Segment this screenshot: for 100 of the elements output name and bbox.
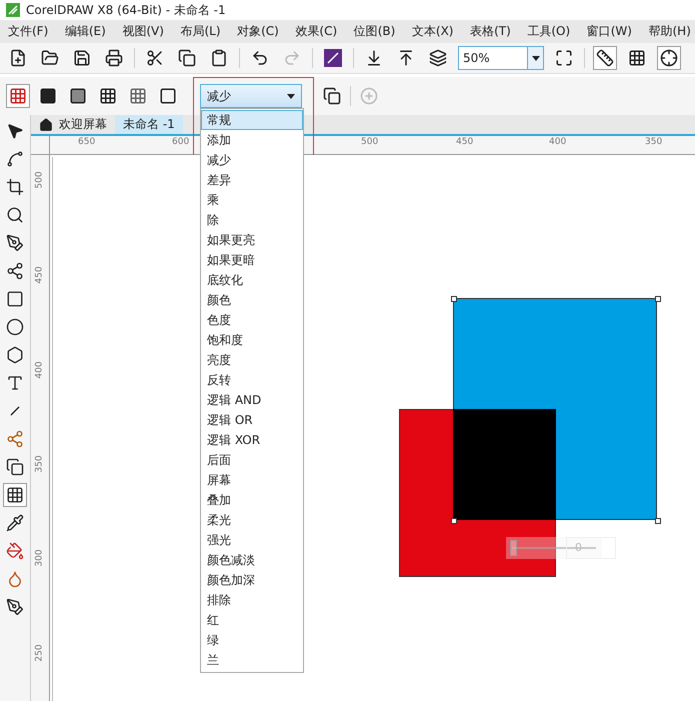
scissors-icon [146,49,164,67]
ruler-label: 350 [34,455,45,473]
folder-icon [41,49,59,67]
filled-square-icon [39,87,57,105]
selection-handle[interactable] [451,518,457,524]
transparency-slider[interactable] [506,537,602,559]
merge-mode-option[interactable]: 如果更暗 [201,250,303,270]
ruler-label: 500 [34,171,45,189]
ruler-label: 300 [34,549,45,567]
fill-tool-icon [6,542,24,560]
selection-handle[interactable] [451,296,457,302]
merge-mode-option[interactable]: 色度 [201,310,303,330]
merge-mode-option[interactable]: 如果更亮 [201,230,303,250]
merge-mode-option[interactable]: 除 [201,210,303,230]
merge-mode-option[interactable]: 排除 [201,590,303,610]
search-content-button[interactable] [321,46,345,70]
ruler-icon [596,49,614,67]
export-icon [397,49,415,67]
import-icon [365,49,383,67]
texture-icon [129,87,147,105]
merge-mode-option[interactable]: 饱和度 [201,330,303,350]
merge-mode-option[interactable]: 颜色加深 [201,570,303,590]
merge-mode-option[interactable]: 叠加 [201,490,303,510]
save-icon [73,49,91,67]
merge-mode-option[interactable]: 逻辑 OR [201,410,303,430]
window-title: CorelDRAW X8 (64-Bit) - 未命名 -1 [26,2,226,18]
guidelines-button[interactable] [657,46,681,70]
merge-mode-option[interactable]: 底纹化 [201,270,303,290]
menu-item[interactable]: 编辑(E) [64,23,106,40]
pattern-icon [99,87,117,105]
ruler-label: 450 [456,137,474,147]
menu-item[interactable]: 布局(L) [180,23,221,40]
gradient-square-icon [69,87,87,105]
selection-handle[interactable] [655,296,661,302]
ruler-label: 250 [34,644,45,662]
ruler-label: 650 [78,137,96,147]
new-file-icon [9,49,27,67]
copy-icon [178,49,196,67]
ruler-label: 600 [172,137,190,147]
merge-mode-option[interactable]: 柔光 [201,510,303,530]
printer-icon [105,49,123,67]
ruler-label: 400 [549,137,566,147]
ellipse-tool-icon [6,318,24,336]
menu-item[interactable]: 窗口(W) [586,23,632,40]
menu-item[interactable]: 位图(B) [354,23,396,40]
menu-item[interactable]: 文本(X) [412,23,454,40]
app-logo-icon [6,3,20,17]
zoom-dropdown-button[interactable] [527,47,543,69]
grid-icon [628,49,646,67]
caret-icon [532,56,540,60]
menu-item[interactable]: 效果(C) [295,23,338,40]
merge-mode-dropdown[interactable]: 减少 [200,84,302,108]
merge-mode-option[interactable]: 后面 [201,450,303,470]
merge-mode-option[interactable]: 屏幕 [201,470,303,490]
ruler-label: 500 [361,137,378,147]
merge-mode-option[interactable]: 颜色 [201,290,303,310]
home-icon [39,118,53,132]
transparency-tool-button[interactable] [3,483,27,507]
selection-handle[interactable] [655,518,661,524]
plus-circle-icon [360,87,378,105]
menu-item[interactable]: 帮助(H) [648,23,691,40]
polygon-tool-icon [6,346,24,364]
slider-thumb[interactable] [510,540,517,556]
menu-item[interactable]: 工具(O) [527,23,570,40]
ruler-label: 450 [34,266,45,284]
transparency-tool-icon [6,486,24,504]
merge-mode-option[interactable]: 乘 [201,190,303,210]
crop-tool-icon [6,178,24,196]
merge-mode-option[interactable]: 逻辑 XOR [201,430,303,450]
merge-mode-option[interactable]: 红 [201,610,303,630]
no-transparency-button[interactable] [6,84,30,108]
full-screen-icon [555,49,573,67]
checker-icon [9,87,27,105]
ruler-label: 400 [34,361,45,379]
menu-item[interactable]: 对象(C) [237,23,279,40]
menu-item[interactable]: 视图(V) [122,23,164,40]
merge-mode-option[interactable]: 减少 [201,150,303,170]
merge-mode-option[interactable]: 添加 [201,130,303,150]
merge-mode-option[interactable]: 亮度 [201,350,303,370]
merge-mode-option[interactable]: 逻辑 AND [201,390,303,410]
zoom-level-field[interactable]: 50% [458,46,544,70]
document-tab[interactable]: 未命名 -1 [115,115,183,134]
guidelines-icon [660,49,678,67]
menu-item[interactable]: 文件(F) [8,23,48,40]
merge-mode-option[interactable]: 绿 [201,630,303,650]
rectangle-tool-icon [6,290,24,308]
shape-tool-icon [6,150,24,168]
merge-mode-option[interactable]: 兰 [201,650,303,670]
merge-mode-option[interactable]: 常规 [201,110,303,130]
pick-tool-icon [6,122,24,140]
merge-mode-option[interactable]: 强光 [201,530,303,550]
merge-mode-option[interactable]: 颜色减淡 [201,550,303,570]
merge-mode-option[interactable]: 差异 [201,170,303,190]
square-icon [159,87,177,105]
menu-item[interactable]: 表格(T) [470,23,511,40]
clipboard-icon [210,49,228,67]
caret-icon [287,94,295,98]
rulers-button[interactable] [593,46,617,70]
merge-mode-option[interactable]: 反转 [201,370,303,390]
eyedropper-tool-icon [6,514,24,532]
